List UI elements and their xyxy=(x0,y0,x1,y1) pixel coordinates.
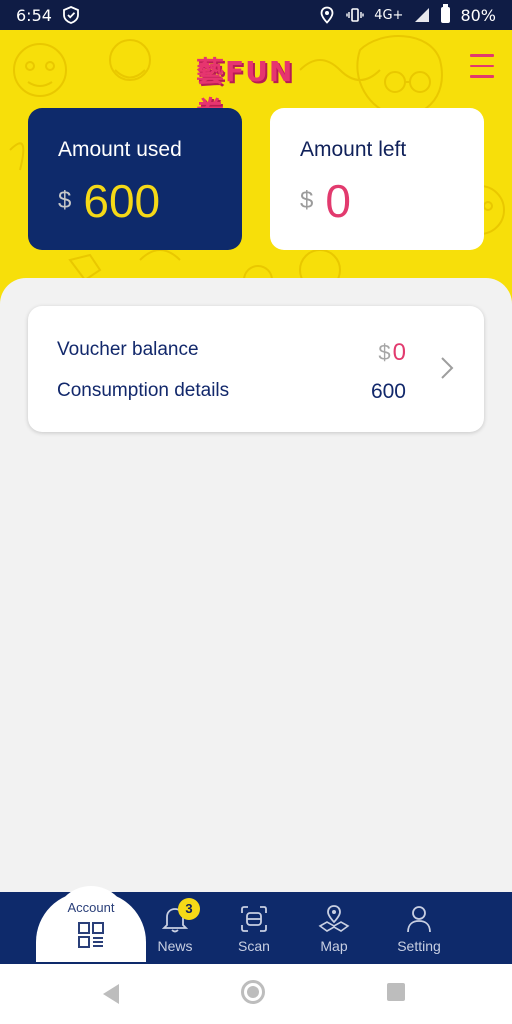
consumption-details-label: Consumption details xyxy=(57,380,230,401)
tab-account[interactable]: Account xyxy=(36,886,146,962)
account-grid-icon xyxy=(78,922,104,948)
home-icon[interactable] xyxy=(241,980,265,1004)
tab-scan[interactable]: Scan xyxy=(219,892,289,964)
network-type: 4G+ xyxy=(374,7,404,23)
amount-used-card: Amount used $ 600 xyxy=(28,108,242,250)
tab-map[interactable]: Map xyxy=(299,892,369,964)
balance-summary-card[interactable]: Voucher balance $0 Consumption details 6… xyxy=(28,306,484,432)
recents-icon[interactable] xyxy=(387,983,405,1001)
back-icon[interactable] xyxy=(103,984,119,1004)
shield-icon xyxy=(63,6,79,24)
amount-left-currency: $ xyxy=(300,187,314,214)
tab-account-label: Account xyxy=(67,900,115,915)
amount-left-value: 0 xyxy=(325,175,351,227)
amount-left-card: Amount left $ 0 xyxy=(270,108,484,250)
voucher-balance-label: Voucher balance xyxy=(57,339,199,360)
chevron-right-icon xyxy=(441,357,454,379)
status-time: 6:54 xyxy=(16,5,52,25)
tab-news[interactable]: 3 News xyxy=(140,892,210,964)
map-pin-icon xyxy=(318,905,350,932)
tab-news-label: News xyxy=(157,938,193,954)
tab-setting-label: Setting xyxy=(397,938,441,954)
voucher-balance-amount: 0 xyxy=(392,339,406,366)
tab-setting[interactable]: Setting xyxy=(384,892,454,964)
bottom-nav: Account 3 News Scan Map Setting xyxy=(0,886,512,964)
hamburger-icon xyxy=(470,54,494,57)
app-logo: 藝FUN券 xyxy=(196,50,320,128)
vibrate-icon xyxy=(346,8,364,22)
consumption-details-value: 600 xyxy=(370,380,406,403)
news-badge: 3 xyxy=(178,898,200,920)
status-bar: 6:54 4G+ 80% xyxy=(0,0,512,30)
tab-map-label: Map xyxy=(320,938,348,954)
tab-scan-label: Scan xyxy=(238,938,270,954)
voucher-balance-value: $0 xyxy=(378,339,406,367)
amount-used-value: 600 xyxy=(83,175,161,227)
amount-left-title: Amount left xyxy=(300,138,407,161)
user-icon xyxy=(407,906,431,933)
main-panel: Voucher balance $0 Consumption details 6… xyxy=(0,278,512,892)
battery-level: 80% xyxy=(460,5,496,25)
battery-icon xyxy=(441,4,451,23)
amount-used-currency: $ xyxy=(58,187,72,214)
scan-icon xyxy=(241,906,267,932)
system-nav-bar xyxy=(0,964,512,1024)
amount-used-title: Amount used xyxy=(58,138,182,161)
location-icon xyxy=(320,6,334,24)
voucher-balance-currency: $ xyxy=(378,340,391,365)
signal-icon xyxy=(415,8,430,22)
menu-button[interactable] xyxy=(470,54,494,80)
